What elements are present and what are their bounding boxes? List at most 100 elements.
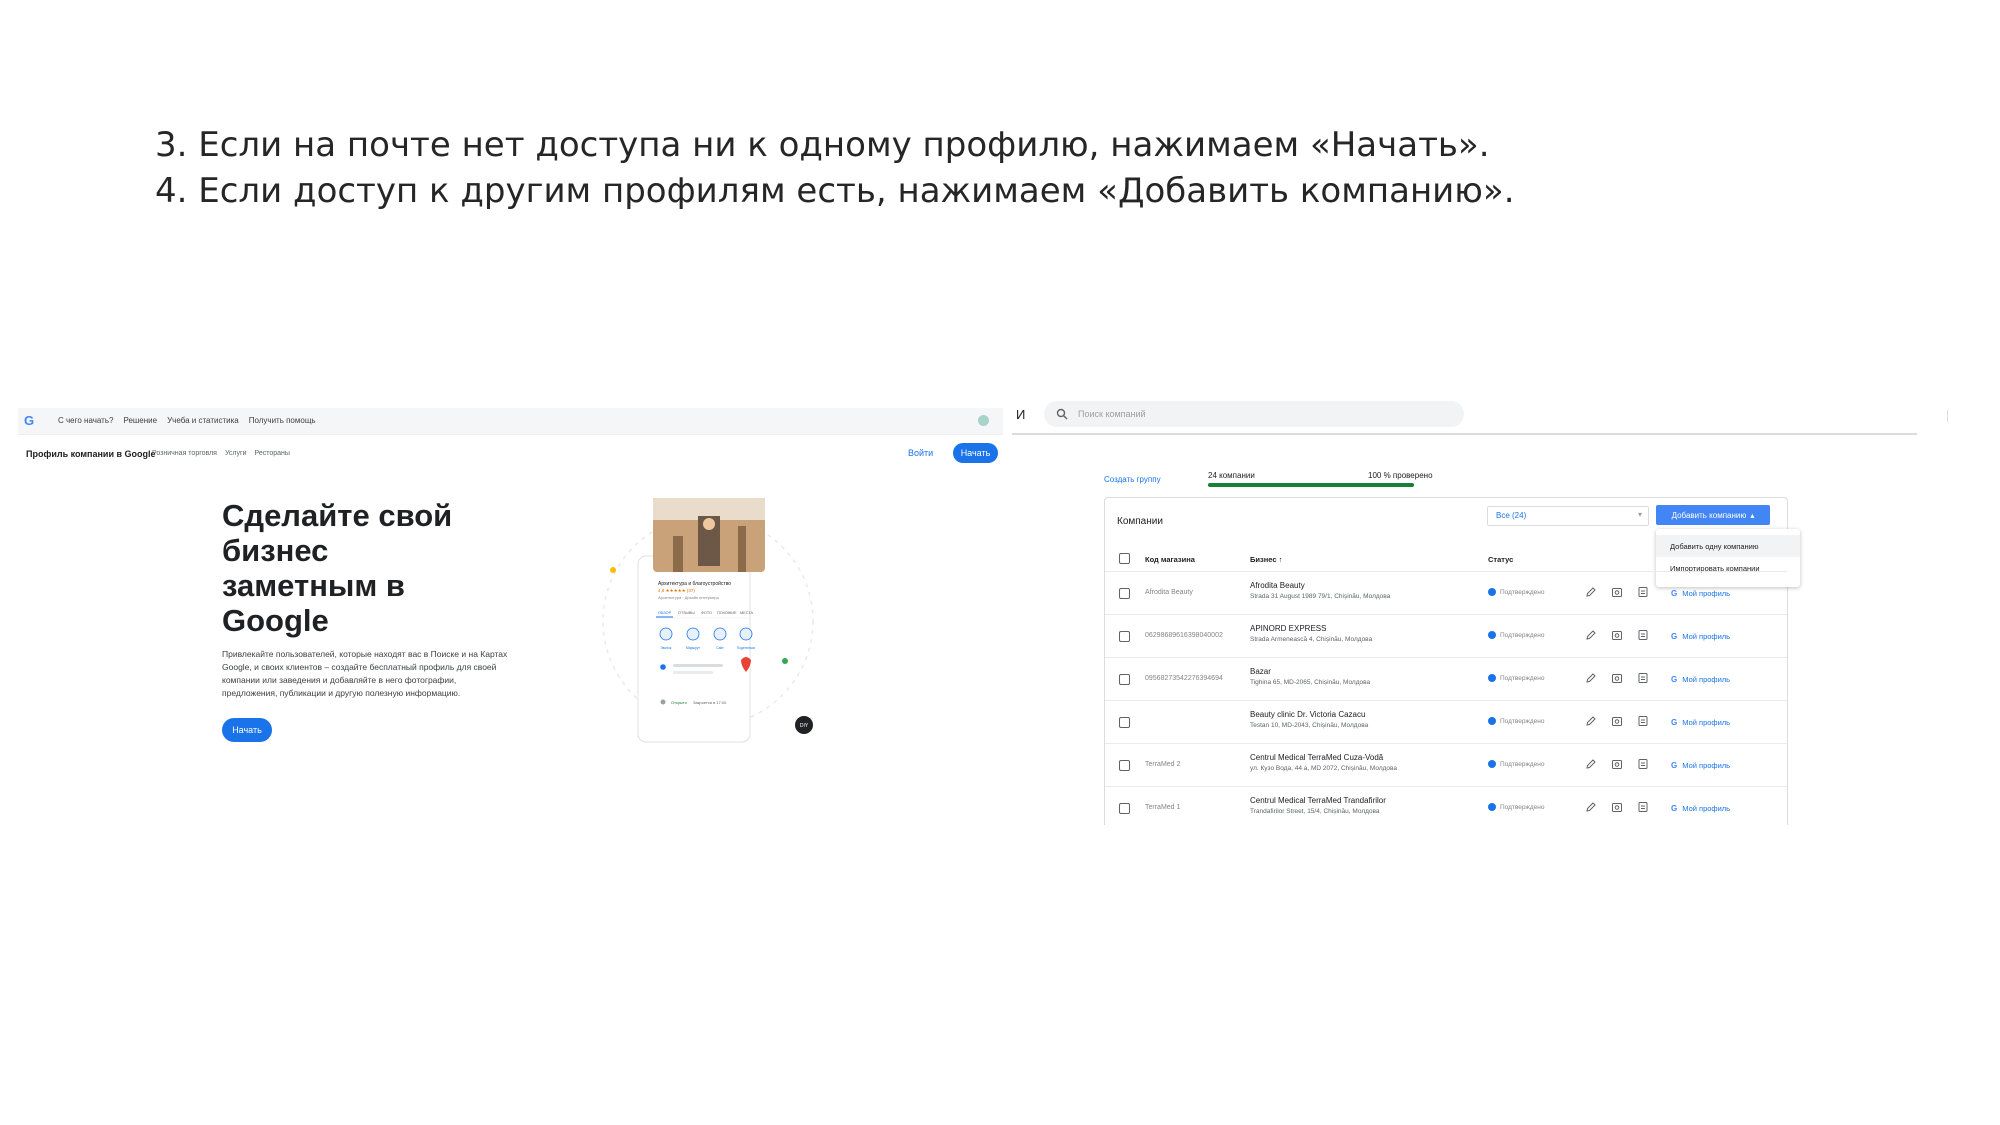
add-company-label: Добавить компанию [1671, 510, 1747, 520]
menu-item-add-single[interactable]: Добавить одну компанию [1656, 535, 1800, 557]
add-post-icon[interactable] [1637, 629, 1649, 641]
google-g-icon: G [1671, 631, 1678, 641]
search-placeholder: Поиск компаний [1078, 409, 1146, 419]
add-post-icon[interactable] [1637, 586, 1649, 598]
header-status[interactable]: Статус [1488, 555, 1513, 564]
card-hours-open: Открыто [671, 700, 688, 705]
table-row[interactable]: Beauty clinic Dr. Victoria Cazacu Testan… [1105, 700, 1787, 744]
my-profile-link[interactable]: G Мой профиль [1665, 669, 1753, 689]
landing-topnav: С чего начать? Решение Учеба и статистик… [58, 416, 316, 425]
topnav-item-start[interactable]: С чего начать? [58, 416, 113, 425]
companies-title: Компании [1117, 516, 1163, 527]
business-name[interactable]: Centrul Medical TerraMed Cuza-Vodă [1250, 753, 1383, 762]
my-profile-link[interactable]: G Мой профиль [1665, 583, 1753, 603]
store-code: 06298689616398040002 [1145, 632, 1223, 639]
status-text: Подтверждено [1500, 717, 1545, 725]
row-checkbox[interactable] [1119, 803, 1130, 814]
account-avatar[interactable] [978, 415, 989, 426]
account-letter[interactable]: И [1016, 407, 1025, 422]
company-filter-select[interactable]: Все (24) ▾ [1487, 506, 1649, 526]
card-tab-photos: ФОТО [701, 611, 712, 615]
edit-icon[interactable] [1585, 629, 1597, 641]
edit-icon[interactable] [1585, 801, 1597, 813]
table-row[interactable]: 09568273542276394694 Bazar Tighina 65, M… [1105, 657, 1787, 701]
my-profile-link[interactable]: G Мой профиль [1665, 712, 1753, 732]
add-post-icon[interactable] [1637, 672, 1649, 684]
status-badge: Подтверждено [1488, 760, 1544, 768]
company-search-bar[interactable]: Поиск компаний [1044, 401, 1464, 427]
verified-check-icon [1488, 760, 1496, 768]
add-photo-icon[interactable] [1611, 672, 1623, 684]
add-photo-icon[interactable] [1611, 715, 1623, 727]
my-profile-link[interactable]: G Мой профиль [1665, 798, 1753, 818]
row-checkbox[interactable] [1119, 674, 1130, 685]
subnav-item-restaurants[interactable]: Рестораны [254, 450, 289, 457]
status-text: Подтверждено [1500, 588, 1545, 596]
header-business[interactable]: Бизнес ↑ [1250, 555, 1282, 564]
business-name[interactable]: APINORD EXPRESS [1250, 624, 1326, 633]
add-photo-icon[interactable] [1611, 801, 1623, 813]
store-code: Afrodita Beauty [1145, 589, 1193, 596]
edit-icon[interactable] [1585, 758, 1597, 770]
subnav-item-retail[interactable]: Розничная торговля [152, 450, 217, 457]
edit-icon[interactable] [1585, 586, 1597, 598]
business-name[interactable]: Beauty clinic Dr. Victoria Cazacu [1250, 710, 1365, 719]
edit-icon[interactable] [1585, 672, 1597, 684]
business-address: Testan 10, MD-2043, Chișinău, Молдова [1250, 722, 1369, 729]
table-row[interactable]: TerraMed 1 Centrul Medical TerraMed Tran… [1105, 786, 1787, 825]
add-post-icon[interactable] [1637, 715, 1649, 727]
add-photo-icon[interactable] [1611, 586, 1623, 598]
business-name[interactable]: Bazar [1250, 667, 1271, 676]
business-address: Tighina 65, MD-2065, Chișinău, Молдова [1250, 679, 1371, 686]
topnav-item-solution[interactable]: Решение [123, 416, 157, 425]
business-card-illustration: Архитектура и благоустройство 4,8 ★★★★★ … [602, 498, 814, 743]
google-g-icon: G [1671, 674, 1678, 684]
product-brand[interactable]: Профиль компании в Google [26, 449, 156, 459]
verified-check-icon [1488, 674, 1496, 682]
row-checkbox[interactable] [1119, 631, 1130, 642]
sort-arrow-up-icon: ↑ [1278, 555, 1283, 564]
card-action-site: Сайт [716, 646, 724, 650]
row-checkbox[interactable] [1119, 717, 1130, 728]
business-address: Trandafirilor Street, 15/4, Chișinău, Мо… [1250, 808, 1380, 815]
my-profile-label: Мой профиль [1682, 803, 1731, 813]
select-all-checkbox[interactable] [1119, 553, 1130, 564]
card-tab-overview: ОБЗОР [658, 611, 672, 615]
edit-icon[interactable] [1585, 715, 1597, 727]
business-name[interactable]: Centrul Medical TerraMed Trandafirilor [1250, 796, 1386, 805]
add-post-icon[interactable] [1637, 758, 1649, 770]
status-badge: Подтверждено [1488, 717, 1544, 725]
business-name[interactable]: Afrodita Beauty [1250, 581, 1305, 590]
status-text: Подтверждено [1500, 631, 1545, 639]
add-company-button[interactable]: Добавить компанию ▴ [1656, 505, 1770, 525]
verified-check-icon [1488, 803, 1496, 811]
business-manager-screenshot: И Поиск компаний Создать группу 24 компа… [1012, 395, 1970, 825]
add-post-icon[interactable] [1637, 801, 1649, 813]
table-row[interactable]: Afrodita Beauty Afrodita Beauty Strada 3… [1105, 571, 1787, 615]
card-tab-places: МЕСТА [740, 611, 754, 615]
status-badge: Подтверждено [1488, 803, 1544, 811]
create-group-button[interactable]: Создать группу [1104, 475, 1161, 484]
row-checkbox[interactable] [1119, 760, 1130, 771]
row-checkbox[interactable] [1119, 588, 1130, 599]
google-logo-icon[interactable]: G [24, 413, 34, 428]
add-photo-icon[interactable] [1611, 629, 1623, 641]
topnav-item-help[interactable]: Получить помощь [249, 416, 316, 425]
subnav-item-services[interactable]: Услуги [225, 450, 247, 457]
status-badge: Подтверждено [1488, 631, 1544, 639]
my-profile-label: Мой профиль [1682, 760, 1731, 770]
card-tab-similar: ПОХОЖИЕ [717, 611, 737, 615]
add-photo-icon[interactable] [1611, 758, 1623, 770]
my-profile-label: Мой профиль [1682, 674, 1731, 684]
table-row[interactable]: TerraMed 2 Centrul Medical TerraMed Cuza… [1105, 743, 1787, 787]
start-button-main[interactable]: Начать [222, 718, 272, 742]
diy-badge-label: DIY [800, 723, 809, 729]
start-button-header[interactable]: Начать [953, 443, 998, 463]
my-profile-link[interactable]: G Мой профиль [1665, 626, 1753, 646]
header-store-code[interactable]: Код магазина [1145, 555, 1195, 564]
topnav-item-learning[interactable]: Учеба и статистика [167, 416, 239, 425]
sign-in-link[interactable]: Войти [908, 448, 933, 458]
company-count: 24 компании [1208, 471, 1255, 480]
my-profile-link[interactable]: G Мой профиль [1665, 755, 1753, 775]
table-row[interactable]: 06298689616398040002 APINORD EXPRESS Str… [1105, 614, 1787, 658]
